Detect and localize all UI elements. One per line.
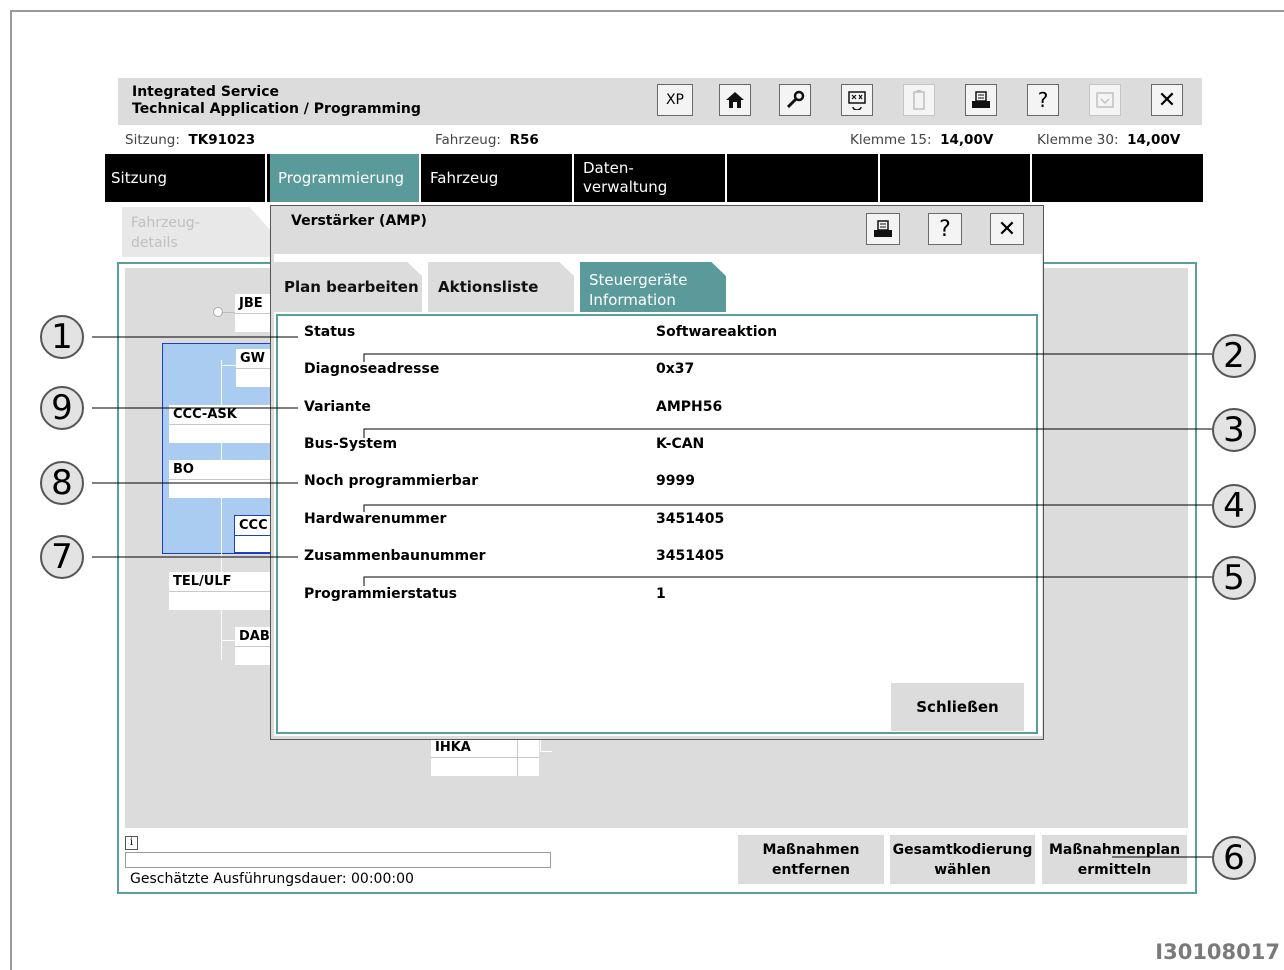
callout-5: 5 <box>1212 556 1256 600</box>
callout-line-2 <box>363 353 1212 362</box>
callout-6: 6 <box>1212 836 1256 880</box>
callout-8: 8 <box>40 461 84 505</box>
callout-4: 4 <box>1212 484 1256 528</box>
callout-3: 3 <box>1212 408 1256 452</box>
callout-1: 1 <box>40 315 84 359</box>
callout-9: 9 <box>40 386 84 430</box>
callout-line-4 <box>363 504 1212 512</box>
callout-line-5 <box>363 576 1212 586</box>
figure-id: I30108017 <box>1155 940 1280 964</box>
callout-7: 7 <box>40 535 84 579</box>
callout-2: 2 <box>1212 334 1256 378</box>
callout-line-3 <box>363 428 1212 438</box>
callout-lines <box>92 336 1212 858</box>
